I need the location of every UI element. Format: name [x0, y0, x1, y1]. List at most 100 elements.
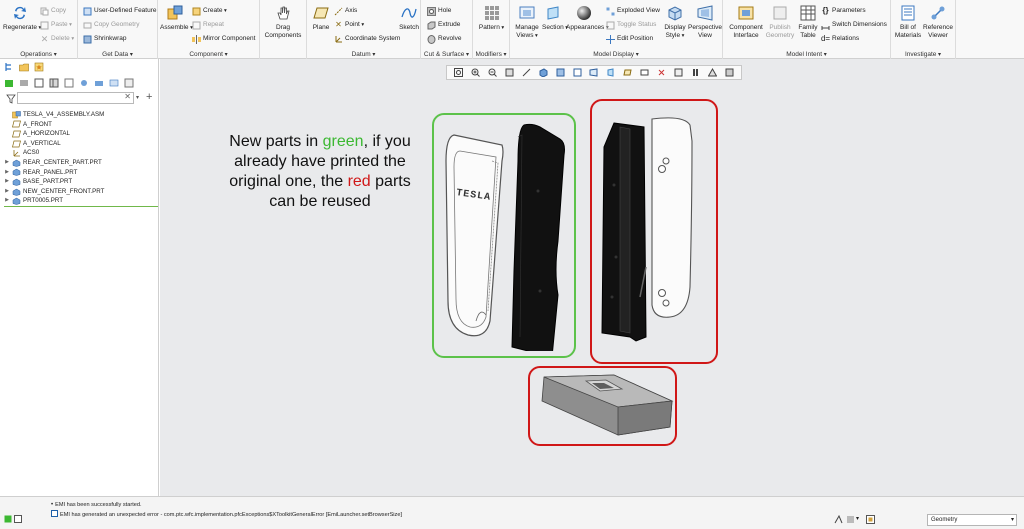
warning-icon[interactable]	[708, 68, 718, 77]
expand-arrow-icon[interactable]: ▶	[4, 158, 10, 168]
tree-item-base-part-prt[interactable]: ▶ BASE_PART.PRT	[4, 177, 156, 187]
exploded-view-button[interactable]: Exploded View	[606, 6, 660, 16]
reference-viewer-button[interactable]: Reference Viewer	[922, 4, 954, 39]
tree-item-a-horizontal[interactable]: A_HORIZONTAL	[4, 129, 156, 139]
find-icon[interactable]	[834, 514, 843, 526]
shrinkwrap-button[interactable]: Shrinkwrap	[83, 34, 127, 44]
tree-item-rear-panel-prt[interactable]: ▶ REAR_PANEL.PRT	[4, 168, 156, 178]
create-button[interactable]: Create	[192, 6, 227, 16]
get-data-group-title[interactable]: Get Data	[78, 51, 157, 58]
graphics-area[interactable]: New parts in green, if you already have …	[160, 59, 1024, 496]
mirror-component-button[interactable]: Mirror Component	[192, 34, 255, 44]
model-tree-tab-icon[interactable]	[4, 62, 14, 72]
pattern-button[interactable]: Pattern	[475, 4, 508, 33]
expand-arrow-icon[interactable]: ▶	[4, 196, 10, 206]
cut-surface-group-title[interactable]: Cut & Surface	[421, 51, 472, 58]
extrude-button[interactable]: Extrude	[427, 20, 460, 30]
expand-arrow-icon[interactable]: ▶	[4, 168, 10, 178]
edit-position-button[interactable]: Edit Position	[606, 34, 653, 44]
model-icon[interactable]	[4, 78, 14, 88]
family-table-button[interactable]: Family Table	[796, 4, 820, 39]
tree-columns-icon[interactable]	[49, 78, 59, 88]
filter-settings-icon[interactable]	[109, 78, 119, 88]
user-defined-feature-button[interactable]: User-Defined Feature	[83, 6, 157, 16]
perspective-toggle-icon[interactable]	[589, 68, 598, 77]
search-dropdown-icon[interactable]: ▾	[136, 94, 139, 101]
repaint-icon[interactable]	[505, 68, 514, 77]
selection-filter-dropdown[interactable]: Geometry ▾	[927, 514, 1017, 526]
plane-button[interactable]: Plane	[309, 4, 333, 32]
sketch-button[interactable]: Sketch	[397, 4, 421, 32]
modifiers-group-title[interactable]: Modifiers	[473, 51, 509, 58]
pause-icon[interactable]	[691, 68, 700, 77]
display-style-button[interactable]: Display Style	[662, 4, 688, 40]
hole-button[interactable]: Hole	[427, 6, 451, 16]
paste-button[interactable]: Paste	[40, 20, 72, 30]
reorient-icon[interactable]	[522, 68, 531, 77]
publish-geometry-button[interactable]: Publish Geometry	[765, 4, 795, 39]
manage-views-button[interactable]: Manage Views	[512, 4, 542, 40]
datum-display-icon[interactable]	[623, 68, 632, 77]
revolve-button[interactable]: Revolve	[427, 34, 461, 44]
bill-of-materials-button[interactable]: Bill of Materials	[893, 4, 923, 39]
annotation-display-icon[interactable]	[640, 68, 649, 77]
model-display-group-title[interactable]: Model Display	[510, 51, 722, 58]
component-group-title[interactable]: Component	[158, 51, 259, 58]
search-settings-icon[interactable]	[79, 78, 89, 88]
axis-button[interactable]: Axis	[334, 6, 357, 16]
appearances-button[interactable]: Appearances	[566, 4, 604, 33]
drag-components-button[interactable]: Drag Components	[263, 4, 303, 39]
component-interface-button[interactable]: Component Interface	[727, 4, 765, 39]
tree-item-new-center-front-prt[interactable]: ▶ NEW_CENTER_FRONT.PRT	[4, 187, 156, 197]
tree-item-prt0005-prt[interactable]: ▶ PRT0005.PRT	[4, 196, 156, 206]
relations-button[interactable]: d= Relations	[821, 34, 859, 44]
panel-toggle-icon[interactable]	[14, 515, 22, 525]
favorites-tab-icon[interactable]	[34, 62, 44, 72]
show-icon[interactable]	[34, 78, 44, 88]
clear-search-icon[interactable]: ✕	[124, 92, 131, 101]
folder-browser-tab-icon[interactable]	[19, 62, 29, 72]
delete-button[interactable]: ✕ Delete	[40, 34, 74, 44]
saved-orientations-icon[interactable]	[539, 68, 548, 77]
annotation-icon[interactable]	[674, 68, 683, 77]
expand-arrow-icon[interactable]: ▶	[4, 187, 10, 197]
zoom-out-icon[interactable]	[488, 68, 497, 77]
copy-geometry-button[interactable]: Copy Geometry	[83, 20, 140, 30]
coordinate-system-button[interactable]: Coordinate System	[334, 34, 400, 44]
repeat-button[interactable]: Repeat	[192, 20, 224, 30]
point-button[interactable]: ✕ Point	[334, 20, 364, 30]
refit-icon[interactable]	[453, 68, 463, 77]
selection-dropdown-icon[interactable]: ▾	[856, 515, 859, 522]
selection-icon[interactable]	[846, 515, 855, 526]
settings-icon[interactable]	[64, 78, 74, 88]
assemble-button[interactable]: Assemble	[160, 4, 190, 33]
zoom-in-icon[interactable]	[471, 68, 480, 77]
copy-button[interactable]: Copy	[40, 6, 66, 16]
display-style-view-icon[interactable]	[556, 68, 565, 77]
regenerate-button[interactable]: Regenerate	[3, 4, 37, 33]
parameters-button[interactable]: {} Parameters	[821, 6, 865, 16]
expand-arrow-icon[interactable]: ▶	[4, 177, 10, 187]
appearance-icon[interactable]	[725, 68, 734, 77]
display-settings-icon[interactable]	[94, 78, 104, 88]
switch-dimensions-button[interactable]: Switch Dimensions	[821, 20, 887, 30]
tree-item-a-front[interactable]: A_FRONT	[4, 120, 156, 130]
spin-center-icon[interactable]	[657, 68, 666, 77]
perspective-view-button[interactable]: Perspective View	[688, 4, 722, 39]
view-manager-icon[interactable]	[573, 68, 582, 77]
tree-search-input[interactable]: ✕	[17, 92, 134, 104]
layers-icon[interactable]	[19, 78, 29, 88]
toggle-status-button[interactable]: Toggle Status	[606, 20, 656, 30]
section-button[interactable]: Section	[542, 4, 564, 33]
message-log-icon[interactable]	[4, 515, 12, 525]
tree-item-tesla-v4-assembly-asm[interactable]: TESLA_V4_ASSEMBLY.ASM	[4, 110, 156, 120]
section-view-icon[interactable]	[606, 68, 615, 77]
datum-group-title[interactable]: Datum	[307, 51, 420, 58]
tree-item-rear-center-part-prt[interactable]: ▶ REAR_CENTER_PART.PRT	[4, 158, 156, 168]
operations-group-title[interactable]: Operations	[0, 51, 77, 58]
show-tree-columns-icon[interactable]	[124, 78, 134, 88]
tree-item-acs0[interactable]: ACS0	[4, 148, 156, 158]
add-filter-icon[interactable]: +	[146, 91, 152, 103]
tree-item-a-vertical[interactable]: A_VERTICAL	[4, 139, 156, 149]
filter-icon[interactable]	[6, 94, 16, 104]
